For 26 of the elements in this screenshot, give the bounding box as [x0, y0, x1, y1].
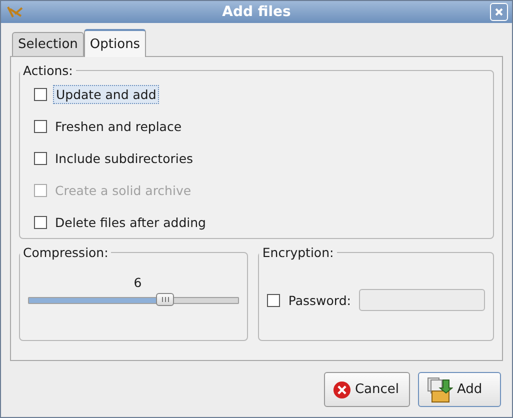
tab[interactable]: Selection [12, 32, 84, 56]
checkbox[interactable] [34, 120, 47, 132]
password-label: Password: [287, 292, 352, 308]
option-label: Freshen and replace [54, 118, 183, 134]
cancel-icon [333, 380, 351, 400]
option-label: Include subdirectories [54, 150, 194, 166]
checkbox[interactable] [267, 294, 280, 306]
window-title: Add files [221, 4, 292, 20]
dialog-button[interactable]: Cancel [324, 372, 410, 407]
group-title: Encryption: [261, 245, 335, 260]
close-icon [494, 7, 504, 17]
checkbox[interactable] [34, 88, 47, 100]
group-title: Actions: [22, 63, 74, 78]
app-icon [7, 6, 23, 18]
dialog-button[interactable]: Add [418, 372, 501, 407]
option-label: Delete files after adding [54, 214, 207, 230]
close-button[interactable] [490, 3, 508, 21]
option-label: Update and add [53, 84, 160, 104]
checkbox[interactable] [34, 152, 47, 164]
slider-value: 6 [134, 275, 142, 290]
option-label: Create a solid archive [54, 182, 192, 198]
slider-handle[interactable] [156, 293, 174, 306]
files-box-icon [427, 376, 453, 402]
group-title: Compression: [22, 245, 110, 260]
checkbox[interactable] [34, 216, 47, 228]
tab[interactable]: Options [84, 29, 146, 57]
